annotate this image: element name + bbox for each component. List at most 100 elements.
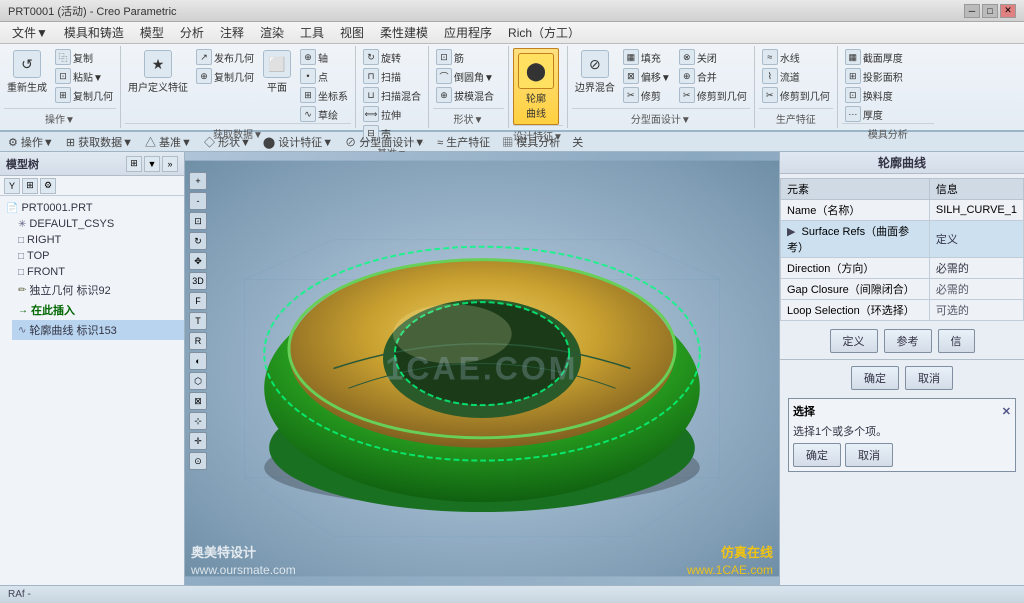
- prop-row-surface[interactable]: ▶ Surface Refs（曲面参考） 定义: [781, 221, 1024, 258]
- ribbon-btn-thickness[interactable]: ⋯厚度: [842, 105, 906, 123]
- canvas-area[interactable]: + - ⊡ ↻ ✥ 3D F T R ◐ ⬡ ⊠ ⊹ ✛ ⊙ 奥美特设计 www…: [185, 152, 779, 585]
- tab-production[interactable]: ≈ 生产特征: [437, 134, 490, 150]
- nav-pan[interactable]: ✥: [189, 252, 207, 270]
- sidebar-settings-btn[interactable]: ⚙: [40, 178, 56, 194]
- nav-zoom-fit[interactable]: ⊡: [189, 212, 207, 230]
- ribbon-btn-publishgeo[interactable]: ↗发布几何: [193, 48, 257, 66]
- ribbon-btn-csys[interactable]: ⊞坐标系: [297, 86, 351, 104]
- menu-flexible[interactable]: 柔性建模: [372, 22, 436, 43]
- nav-3d[interactable]: 3D: [189, 272, 207, 290]
- ribbon-btn-merge[interactable]: ⊕合并: [676, 67, 750, 85]
- menu-apps[interactable]: 应用程序: [436, 22, 500, 43]
- ribbon-btn-trimgeo2[interactable]: ✂修剪到几何: [759, 86, 833, 104]
- menu-tools[interactable]: 工具: [292, 22, 332, 43]
- ribbon-btn-draftblend[interactable]: ⊕拔模混合: [433, 86, 497, 104]
- sidebar-tool-btn-3[interactable]: »: [162, 156, 178, 172]
- panel-define-button[interactable]: 定义: [830, 329, 878, 353]
- tab-more[interactable]: 关: [572, 134, 583, 150]
- ribbon-btn-axis[interactable]: ⊕轴: [297, 48, 351, 66]
- panel-confirm-button[interactable]: 确定: [851, 366, 899, 390]
- nav-shading[interactable]: ◐: [189, 352, 207, 370]
- ribbon-btn-boundary[interactable]: ⊘ 边界混合: [572, 48, 618, 96]
- ribbon-btn-rib[interactable]: ⊡筋: [433, 48, 497, 66]
- panel-cancel-button[interactable]: 取消: [905, 366, 953, 390]
- ribbon-btn-plane[interactable]: ⬜ 平面: [259, 48, 295, 96]
- tab-design[interactable]: ⬤ 设计特征▼: [263, 134, 333, 150]
- ribbon-btn-chamfer[interactable]: ⌒倒圆角▼: [433, 67, 497, 85]
- prop-row-loop[interactable]: Loop Selection（环选择） 可选的: [781, 300, 1024, 321]
- ribbon-btn-paste[interactable]: ⊡粘贴▼: [52, 67, 116, 85]
- ribbon-btn-regenerate[interactable]: ↺ 重新生成: [4, 48, 50, 96]
- nav-zoom-in[interactable]: +: [189, 172, 207, 190]
- select-close-button[interactable]: ✕: [1002, 405, 1011, 418]
- ribbon-btn-offset[interactable]: ⊠偏移▼: [620, 67, 674, 85]
- nav-spin-center[interactable]: ⊙: [189, 452, 207, 470]
- ribbon-btn-copy[interactable]: ⿻复制: [52, 48, 116, 66]
- nav-rotate[interactable]: ↻: [189, 232, 207, 250]
- ribbon-btn-userfeature[interactable]: ★ 用户定义特征: [125, 48, 191, 96]
- close-button[interactable]: ✕: [1000, 4, 1016, 18]
- nav-datum[interactable]: ⊹: [189, 412, 207, 430]
- menu-view[interactable]: 视图: [332, 22, 372, 43]
- ribbon-btn-trim[interactable]: ✂修剪: [620, 86, 674, 104]
- ribbon-btn-rotate[interactable]: ↻旋转: [360, 48, 424, 66]
- prop-row-name[interactable]: Name（名称） SILH_CURVE_1: [781, 200, 1024, 221]
- ribbon-btn-point[interactable]: •点: [297, 67, 351, 85]
- ribbon-btn-copygeo2[interactable]: ⊕复制几何: [193, 67, 257, 85]
- menu-analysis[interactable]: 分析: [172, 22, 212, 43]
- ribbon-btn-contour[interactable]: ⬤ 轮廓曲线: [513, 48, 559, 125]
- ribbon-btn-close[interactable]: ⊗关闭: [676, 48, 750, 66]
- ribbon-btn-sketch[interactable]: ∿草绘: [297, 105, 351, 123]
- nav-section[interactable]: ⊠: [189, 392, 207, 410]
- panel-trust-button[interactable]: 信: [938, 329, 975, 353]
- tree-item-sketch[interactable]: ✏ 独立几何 标识92: [12, 280, 184, 300]
- tree-item-top[interactable]: □ TOP: [12, 248, 184, 264]
- minimize-button[interactable]: ─: [964, 4, 980, 18]
- tab-data[interactable]: ⊞ 获取数据▼: [66, 134, 133, 150]
- nav-front[interactable]: F: [189, 292, 207, 310]
- menu-model[interactable]: 模型: [132, 22, 172, 43]
- menu-file[interactable]: 文件▼: [4, 22, 56, 43]
- tree-item-right[interactable]: □ RIGHT: [12, 232, 184, 248]
- tree-item-insert[interactable]: → 在此插入: [12, 300, 184, 320]
- sidebar-tool-btn-1[interactable]: ⊞: [126, 156, 142, 172]
- ribbon-btn-sweep[interactable]: ⊓扫描: [360, 67, 424, 85]
- nav-right[interactable]: R: [189, 332, 207, 350]
- prop-row-gap[interactable]: Gap Closure（间隙闭合） 必需的: [781, 279, 1024, 300]
- ribbon-btn-runner[interactable]: ⌇流道: [759, 67, 833, 85]
- ribbon-btn-extrude[interactable]: ⟺拉伸: [360, 105, 424, 123]
- tree-item-curve[interactable]: ∿ 轮廓曲线 标识153: [12, 320, 184, 340]
- sidebar-expand-btn[interactable]: ⊞: [22, 178, 38, 194]
- tab-parting[interactable]: ⊘ 分型面设计▼: [345, 134, 425, 150]
- tab-moldanalysis[interactable]: ▦ 模具分析: [502, 134, 560, 150]
- panel-ref-button[interactable]: 参考: [884, 329, 932, 353]
- tree-item-root[interactable]: 📄 PRT0001.PRT: [0, 200, 184, 216]
- nav-wireframe[interactable]: ⬡: [189, 372, 207, 390]
- nav-top[interactable]: T: [189, 312, 207, 330]
- ribbon-btn-copygeo[interactable]: ⊞复制几何: [52, 86, 116, 104]
- ribbon-btn-trimgeo[interactable]: ✂修剪到几何: [676, 86, 750, 104]
- tab-ops[interactable]: ⚙ 操作▼: [8, 134, 54, 150]
- menu-rich[interactable]: Rich（方工）: [500, 22, 588, 43]
- menu-annotation[interactable]: 注释: [212, 22, 252, 43]
- select-ok-button[interactable]: 确定: [793, 443, 841, 467]
- ribbon-btn-waterline[interactable]: ≈水线: [759, 48, 833, 66]
- prop-row-direction[interactable]: Direction（方向） 必需的: [781, 258, 1024, 279]
- tree-item-csys[interactable]: ✳ DEFAULT_CSYS: [12, 216, 184, 232]
- sidebar-tool-btn-2[interactable]: ▼: [144, 156, 160, 172]
- ribbon-btn-replacemat[interactable]: ⊡换料度: [842, 86, 906, 104]
- sidebar-filter-btn[interactable]: Y: [4, 178, 20, 194]
- tree-item-front[interactable]: □ FRONT: [12, 264, 184, 280]
- nav-csys[interactable]: ✛: [189, 432, 207, 450]
- ribbon-btn-sweepmix[interactable]: ⊔扫描混合: [360, 86, 424, 104]
- menu-mold[interactable]: 模具和铸造: [56, 22, 132, 43]
- tab-base[interactable]: △ 基准▼: [145, 134, 192, 150]
- nav-zoom-out[interactable]: -: [189, 192, 207, 210]
- maximize-button[interactable]: □: [982, 4, 998, 18]
- select-cancel-button[interactable]: 取消: [845, 443, 893, 467]
- tab-shape[interactable]: ◇ 形状▼: [204, 134, 251, 150]
- ribbon-btn-fill[interactable]: ▦填充: [620, 48, 674, 66]
- ribbon-btn-projarea[interactable]: ⊞投影面积: [842, 67, 906, 85]
- ribbon-btn-sectionthick[interactable]: ▦截面厚度: [842, 48, 906, 66]
- menu-render[interactable]: 渲染: [252, 22, 292, 43]
